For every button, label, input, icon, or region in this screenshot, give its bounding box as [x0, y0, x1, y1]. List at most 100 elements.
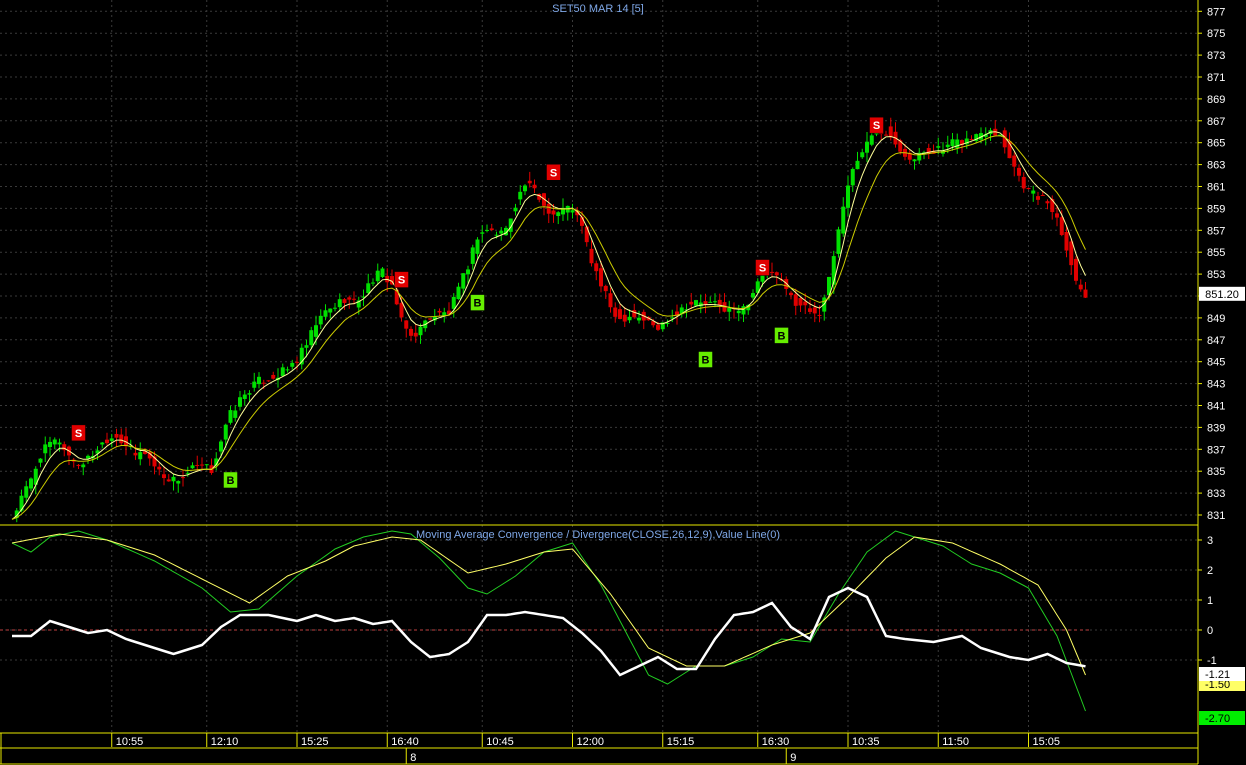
- candle: [494, 234, 499, 236]
- candle: [1012, 155, 1017, 167]
- candle: [119, 434, 124, 444]
- candle: [314, 325, 318, 337]
- price-tick-label: 835: [1207, 466, 1225, 478]
- candle: [770, 271, 774, 273]
- candle: [850, 168, 855, 186]
- buy-signal-label: B: [778, 330, 786, 342]
- price-tick-label: 841: [1207, 401, 1225, 413]
- candle: [1031, 190, 1036, 194]
- candle: [114, 433, 119, 438]
- candle: [713, 301, 717, 303]
- candle: [570, 210, 575, 213]
- candle: [789, 292, 793, 296]
- candle: [466, 269, 470, 275]
- candle: [603, 285, 608, 292]
- candle: [399, 302, 404, 318]
- candle: [846, 185, 850, 208]
- candle: [812, 307, 817, 314]
- candle: [380, 268, 385, 277]
- candle: [774, 272, 779, 276]
- chart-canvas: SBSBSBSBS 831833835837839841843845847849…: [0, 0, 1246, 765]
- price-tick-label: 845: [1207, 357, 1225, 369]
- candle: [157, 466, 162, 470]
- sell-signal-label: S: [873, 120, 880, 132]
- sell-signal-label: S: [550, 167, 557, 179]
- candle: [418, 326, 423, 336]
- price-tick-label: 873: [1207, 50, 1225, 62]
- candle: [342, 299, 347, 303]
- candle: [309, 330, 314, 346]
- candle: [200, 464, 204, 466]
- candle: [461, 273, 466, 289]
- candle: [247, 393, 252, 395]
- candle: [304, 345, 309, 348]
- candle: [57, 442, 62, 445]
- candle: [323, 310, 328, 317]
- macd-tick-label: 1: [1207, 595, 1213, 607]
- candle: [727, 307, 732, 312]
- candle: [518, 191, 523, 200]
- day-label: 8: [410, 752, 416, 764]
- candle: [266, 380, 271, 382]
- price-tick-label: 837: [1207, 444, 1225, 456]
- candle: [608, 293, 613, 308]
- candle: [162, 474, 166, 479]
- candle: [798, 298, 803, 306]
- candle: [860, 152, 865, 158]
- candle: [428, 318, 432, 320]
- candle: [703, 301, 708, 305]
- candle: [622, 314, 627, 322]
- candle: [1083, 289, 1088, 298]
- time-tick-label: 15:25: [301, 736, 329, 748]
- sell-signal-label: S: [759, 263, 766, 275]
- time-tick-label: 10:45: [486, 736, 514, 748]
- candle: [1021, 176, 1026, 189]
- candle: [295, 361, 299, 363]
- candle: [1069, 241, 1074, 266]
- candle: [1026, 188, 1031, 190]
- price-tick-label: 831: [1207, 510, 1225, 522]
- candle: [337, 299, 342, 308]
- price-tick-label: 859: [1207, 203, 1225, 215]
- candle: [176, 481, 181, 484]
- candle: [24, 486, 29, 498]
- macd-tick-label: -1: [1207, 655, 1217, 667]
- last-price-value: 851.20: [1205, 289, 1239, 301]
- sell-signal-label: S: [398, 275, 405, 287]
- candle: [195, 464, 200, 466]
- time-tick-label: 16:30: [762, 736, 790, 748]
- candle: [888, 126, 893, 138]
- candle: [865, 141, 869, 153]
- time-tick-label: 12:10: [211, 736, 239, 748]
- candle: [485, 229, 489, 231]
- candle: [219, 441, 223, 452]
- candle: [793, 294, 798, 306]
- candle: [869, 135, 874, 145]
- candle: [532, 184, 537, 189]
- candle: [708, 301, 713, 303]
- candle: [456, 286, 461, 300]
- candle: [252, 381, 257, 388]
- candle: [437, 310, 442, 313]
- candle: [855, 160, 860, 170]
- candle: [228, 410, 233, 423]
- candle: [242, 394, 247, 399]
- candle: [627, 316, 632, 321]
- candle: [618, 309, 622, 319]
- candle: [470, 247, 475, 264]
- candle: [945, 144, 950, 148]
- candle: [285, 369, 290, 371]
- candle: [451, 296, 456, 309]
- candle: [480, 232, 485, 234]
- candle: [523, 185, 527, 192]
- candle: [741, 306, 746, 315]
- candle: [969, 139, 974, 141]
- candle: [290, 362, 295, 367]
- candle: [594, 263, 599, 272]
- candle: [546, 203, 551, 214]
- candle: [1036, 196, 1040, 200]
- candle: [133, 452, 138, 456]
- candle: [656, 324, 660, 330]
- candle: [1040, 195, 1045, 197]
- time-tick-label: 12:00: [577, 736, 605, 748]
